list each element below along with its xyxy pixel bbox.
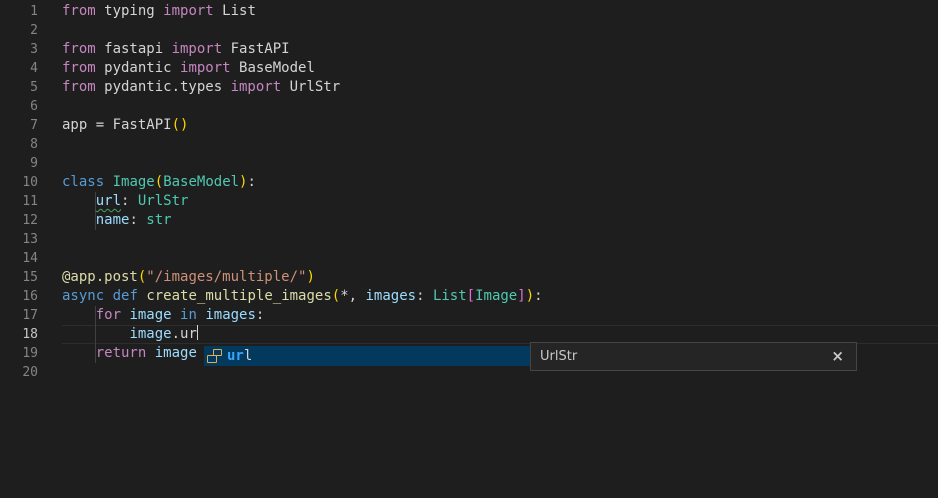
line-number: 19 xyxy=(0,344,38,363)
code-line[interactable]: 15@app.post("/images/multiple/") xyxy=(0,268,938,287)
code-text xyxy=(38,363,62,382)
code-text: from typing import List xyxy=(38,2,256,21)
line-number: 12 xyxy=(0,211,38,230)
code-text: @app.post("/images/multiple/") xyxy=(38,268,315,287)
suggestion-rest-text: l xyxy=(244,348,252,364)
code-line[interactable]: 2 xyxy=(0,21,938,40)
line-number: 6 xyxy=(0,97,38,116)
line-number: 5 xyxy=(0,78,38,97)
code-text: class Image(BaseModel): xyxy=(38,173,256,192)
line-number: 14 xyxy=(0,249,38,268)
line-number: 18 xyxy=(0,325,38,344)
code-line[interactable]: 7app = FastAPI() xyxy=(0,116,938,135)
code-text xyxy=(38,135,62,154)
code-text: for image in images: xyxy=(38,306,264,325)
line-number: 2 xyxy=(0,21,38,40)
suggestion-detail-text: UrlStr xyxy=(540,349,828,364)
code-text xyxy=(38,249,62,268)
code-line[interactable]: 10class Image(BaseModel): xyxy=(0,173,938,192)
code-text: from fastapi import FastAPI xyxy=(38,40,290,59)
line-number: 20 xyxy=(0,363,38,382)
line-number: 15 xyxy=(0,268,38,287)
code-line[interactable]: 11 url: UrlStr xyxy=(0,192,938,211)
line-number: 4 xyxy=(0,59,38,78)
code-lines: 1from typing import List23from fastapi i… xyxy=(0,2,938,382)
suggestion-match-text: ur xyxy=(227,348,244,364)
line-number: 11 xyxy=(0,192,38,211)
code-line[interactable]: 13 xyxy=(0,230,938,249)
line-number: 13 xyxy=(0,230,38,249)
code-text: async def create_multiple_images(*, imag… xyxy=(38,287,543,306)
code-text: return image xyxy=(38,344,197,363)
code-line[interactable]: 1from typing import List xyxy=(0,2,938,21)
line-number: 16 xyxy=(0,287,38,306)
field-icon xyxy=(207,349,222,363)
text-cursor xyxy=(197,325,199,340)
code-text: app = FastAPI() xyxy=(38,116,188,135)
code-text xyxy=(38,154,62,173)
line-number: 17 xyxy=(0,306,38,325)
code-text xyxy=(38,97,62,116)
code-text: url: UrlStr xyxy=(38,192,188,211)
code-line[interactable]: 8 xyxy=(0,135,938,154)
line-number: 3 xyxy=(0,40,38,59)
code-line[interactable]: 4from pydantic import BaseModel xyxy=(0,59,938,78)
code-line[interactable]: 12 name: str xyxy=(0,211,938,230)
line-number: 7 xyxy=(0,116,38,135)
code-text: from pydantic.types import UrlStr xyxy=(38,78,340,97)
suggestion-label: url xyxy=(227,348,252,364)
code-line[interactable]: 17 for image in images: xyxy=(0,306,938,325)
autocomplete-suggestion-url[interactable]: url xyxy=(204,346,530,366)
close-icon[interactable]: × xyxy=(828,348,847,365)
line-number: 8 xyxy=(0,135,38,154)
code-text: from pydantic import BaseModel xyxy=(38,59,315,78)
line-number: 9 xyxy=(0,154,38,173)
code-line[interactable]: 9 xyxy=(0,154,938,173)
code-text xyxy=(38,230,62,249)
code-line[interactable]: 5from pydantic.types import UrlStr xyxy=(0,78,938,97)
suggestion-detail-panel: UrlStr × xyxy=(530,342,857,371)
code-line[interactable]: 3from fastapi import FastAPI xyxy=(0,40,938,59)
line-number: 10 xyxy=(0,173,38,192)
code-text: image.ur xyxy=(38,325,198,344)
code-line[interactable]: 16async def create_multiple_images(*, im… xyxy=(0,287,938,306)
code-line[interactable]: 14 xyxy=(0,249,938,268)
code-text xyxy=(38,21,62,40)
code-line[interactable]: 6 xyxy=(0,97,938,116)
line-number: 1 xyxy=(0,2,38,21)
code-editor[interactable]: 1from typing import List23from fastapi i… xyxy=(0,0,938,498)
code-text: name: str xyxy=(38,211,172,230)
